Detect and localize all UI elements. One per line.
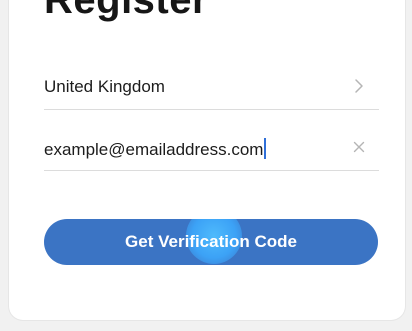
email-input[interactable]: example@emailaddress.com	[44, 138, 267, 160]
email-value: example@emailaddress.com	[44, 140, 264, 159]
chevron-right-icon	[355, 79, 363, 93]
clear-icon[interactable]	[351, 138, 367, 156]
register-card: Register United Kingdom example@emailadd…	[9, 0, 405, 320]
country-selector[interactable]: United Kingdom	[44, 65, 379, 110]
text-cursor	[264, 138, 267, 159]
email-field[interactable]: example@emailaddress.com	[44, 126, 379, 171]
get-verification-code-button[interactable]: Get Verification Code	[44, 219, 378, 265]
get-verification-code-label: Get Verification Code	[125, 232, 297, 251]
page-title: Register	[44, 0, 209, 22]
country-value: United Kingdom	[44, 77, 165, 96]
